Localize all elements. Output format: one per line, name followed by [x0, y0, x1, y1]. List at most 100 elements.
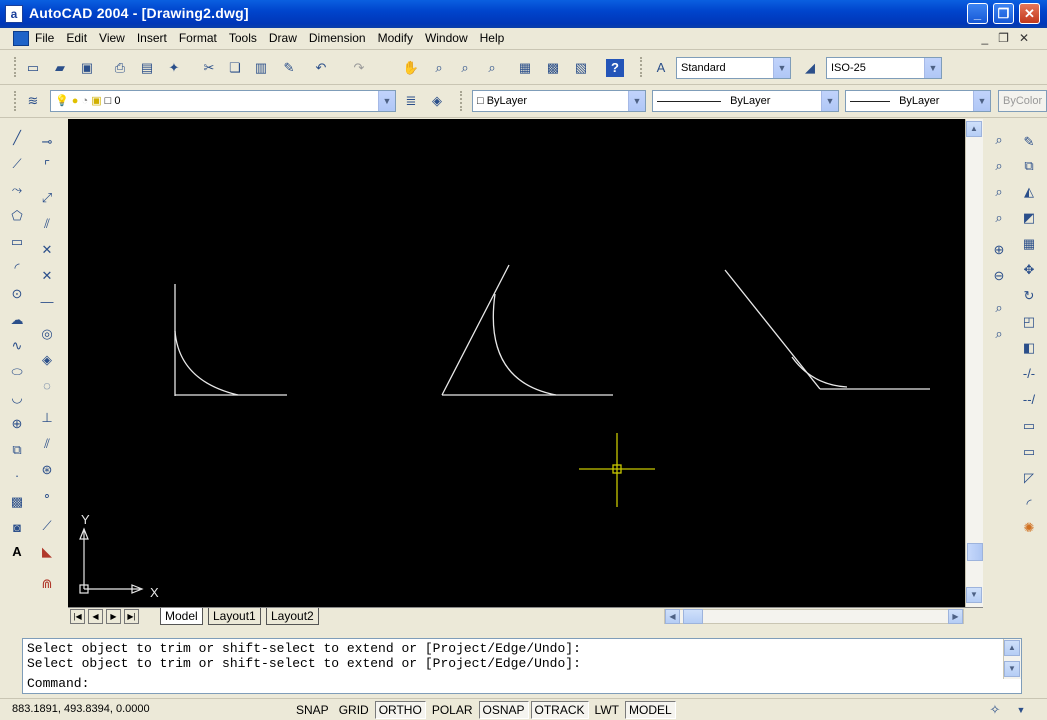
chamfer-icon[interactable]: ⟋	[38, 517, 56, 535]
extend-icon[interactable]: ⫽	[38, 435, 56, 453]
zoom-window-icon[interactable]: ⌕	[456, 59, 474, 77]
autocad-app-icon[interactable]: a	[5, 5, 23, 23]
grid-toggle[interactable]: GRID	[335, 701, 373, 719]
move-right-icon[interactable]: ✥	[1020, 261, 1038, 279]
menu-file[interactable]: File	[35, 31, 54, 45]
vertical-scroll-thumb[interactable]	[967, 543, 983, 561]
erase-right-icon[interactable]: ✎	[1020, 133, 1038, 151]
copy-icon[interactable]: ❏	[226, 59, 244, 77]
insert-block-icon[interactable]: ⊕	[8, 415, 26, 433]
chevron-down-icon[interactable]: ▼	[773, 58, 790, 78]
lineweight-combo[interactable]: ByLayer ▼	[845, 90, 991, 112]
zoom-extents-icon[interactable]: ⌕	[990, 325, 1008, 343]
break-icon[interactable]: ⊛	[38, 461, 56, 479]
chevron-down-icon[interactable]: ▼	[378, 91, 395, 111]
print-preview-icon[interactable]: ▤	[138, 59, 156, 77]
spline-icon[interactable]: ∿	[8, 337, 26, 355]
menu-window[interactable]: Window	[425, 31, 468, 45]
model-toggle[interactable]: MODEL	[624, 701, 676, 719]
linetype-combo[interactable]: ByLayer ▼	[652, 90, 839, 112]
rectangle-icon[interactable]: ▭	[8, 233, 26, 251]
design-center-icon[interactable]: ▩	[544, 59, 562, 77]
close-button[interactable]: ✕	[1019, 3, 1040, 24]
menu-format[interactable]: Format	[179, 31, 217, 45]
toolbar-grip[interactable]	[460, 91, 464, 111]
coordinate-readout[interactable]: 883.1891, 493.8394, 0.0000	[12, 703, 150, 715]
break-right-icon[interactable]: ▭	[1020, 417, 1038, 435]
rotate-icon[interactable]: ◎	[38, 325, 56, 343]
zoom-previous-icon[interactable]: ⌕	[483, 59, 501, 77]
toolbar-grip[interactable]	[14, 91, 18, 111]
menu-tools[interactable]: Tools	[229, 31, 257, 45]
plot-style-combo[interactable]: ByColor	[998, 90, 1047, 112]
publish-icon[interactable]: ✦	[165, 59, 183, 77]
document-icon[interactable]	[13, 31, 29, 46]
dimension-style-icon[interactable]: ◢	[801, 59, 819, 77]
help-icon[interactable]: ?	[606, 59, 624, 77]
osnap-toggle[interactable]: OSNAP	[478, 701, 529, 719]
drawing-canvas[interactable]: Y X	[68, 119, 965, 607]
mirror-right-icon[interactable]: ◭	[1020, 183, 1038, 201]
properties-icon[interactable]: ▦	[516, 59, 534, 77]
communication-center-icon[interactable]: ✧	[986, 701, 1004, 719]
layer-manager-icon[interactable]: ≋	[24, 92, 42, 110]
command-scrollbar[interactable]: ▲ ▼	[1003, 639, 1021, 679]
circle-icon[interactable]: ⊙	[8, 285, 26, 303]
tab-layout2[interactable]: Layout2	[266, 608, 319, 625]
menu-view[interactable]: View	[99, 31, 125, 45]
scroll-down-icon[interactable]: ▼	[1004, 661, 1020, 677]
new-file-icon[interactable]: ▭	[24, 59, 42, 77]
toolbar-grip[interactable]	[640, 57, 644, 77]
first-tab-icon[interactable]: |◀	[70, 609, 85, 624]
move-icon[interactable]: ✕	[38, 267, 56, 285]
array-right-icon[interactable]: ▦	[1020, 235, 1038, 253]
cut-icon[interactable]: ✂	[200, 59, 218, 77]
menu-draw[interactable]: Draw	[269, 31, 297, 45]
paste-icon[interactable]: ▥	[252, 59, 270, 77]
ellipse-icon[interactable]: ⬭	[8, 363, 26, 381]
make-object-layer-current-icon[interactable]: ≣	[402, 92, 420, 110]
match-properties-icon[interactable]: ✎	[280, 59, 298, 77]
ortho-toggle[interactable]: ORTHO	[374, 701, 426, 719]
doc-close-button[interactable]: ✕	[1019, 31, 1029, 45]
horizontal-scrollbar[interactable]: ◀ ▶	[664, 609, 964, 624]
restore-button[interactable]: ❐	[993, 3, 1014, 24]
prev-tab-icon[interactable]: ◀	[88, 609, 103, 624]
text-style-combo[interactable]: Standard ▼	[676, 57, 791, 79]
offset-icon[interactable]: ⫽	[38, 215, 56, 233]
join-right-icon[interactable]: ▭	[1020, 443, 1038, 461]
stretch-icon[interactable]: ◌	[38, 377, 56, 395]
offset-right-icon[interactable]: ◩	[1020, 209, 1038, 227]
text-style-icon[interactable]: A	[652, 59, 670, 77]
vertical-scrollbar[interactable]: ▲ ▼	[965, 119, 983, 607]
chevron-down-icon[interactable]: ▼	[821, 91, 838, 111]
toolbar-grip[interactable]	[14, 57, 18, 77]
chevron-down-icon[interactable]: ▼	[924, 58, 941, 78]
zoom-scale-icon[interactable]: ⌕	[990, 183, 1008, 201]
fillet-icon[interactable]: ◣	[38, 543, 56, 561]
arc-icon[interactable]: ◜	[8, 259, 26, 277]
menu-edit[interactable]: Edit	[66, 31, 87, 45]
erase-icon[interactable]: ⊸	[38, 133, 56, 151]
chamfer-right-icon[interactable]: ◸	[1020, 469, 1038, 487]
last-tab-icon[interactable]: ▶|	[124, 609, 139, 624]
join-icon[interactable]: ∘	[38, 487, 56, 505]
save-icon[interactable]: ▣	[78, 59, 96, 77]
tab-model[interactable]: Model	[160, 608, 203, 625]
layer-combo[interactable]: 💡 ● ◔ ▣ □ 0 ▼	[50, 90, 396, 112]
open-file-icon[interactable]: ▰	[51, 59, 69, 77]
trim-icon[interactable]: ⊥	[38, 409, 56, 427]
menu-modify[interactable]: Modify	[378, 31, 413, 45]
make-block-icon[interactable]: ⧉	[8, 441, 26, 459]
polyline-icon[interactable]: ⤳	[8, 181, 26, 199]
zoom-in-icon[interactable]: ⊕	[990, 241, 1008, 259]
next-tab-icon[interactable]: ▶	[106, 609, 121, 624]
point-icon[interactable]: ·	[8, 467, 26, 485]
rotate-right-icon[interactable]: ↻	[1020, 287, 1038, 305]
revision-cloud-icon[interactable]: ☁	[8, 311, 26, 329]
command-window[interactable]: Select object to trim or shift-select to…	[22, 638, 1022, 694]
zoom-all-icon[interactable]: ⌕	[990, 299, 1008, 317]
explode-right-icon[interactable]: ✺	[1020, 519, 1038, 537]
scroll-right-icon[interactable]: ▶	[948, 609, 963, 624]
snap-toggle[interactable]: SNAP	[292, 701, 333, 719]
